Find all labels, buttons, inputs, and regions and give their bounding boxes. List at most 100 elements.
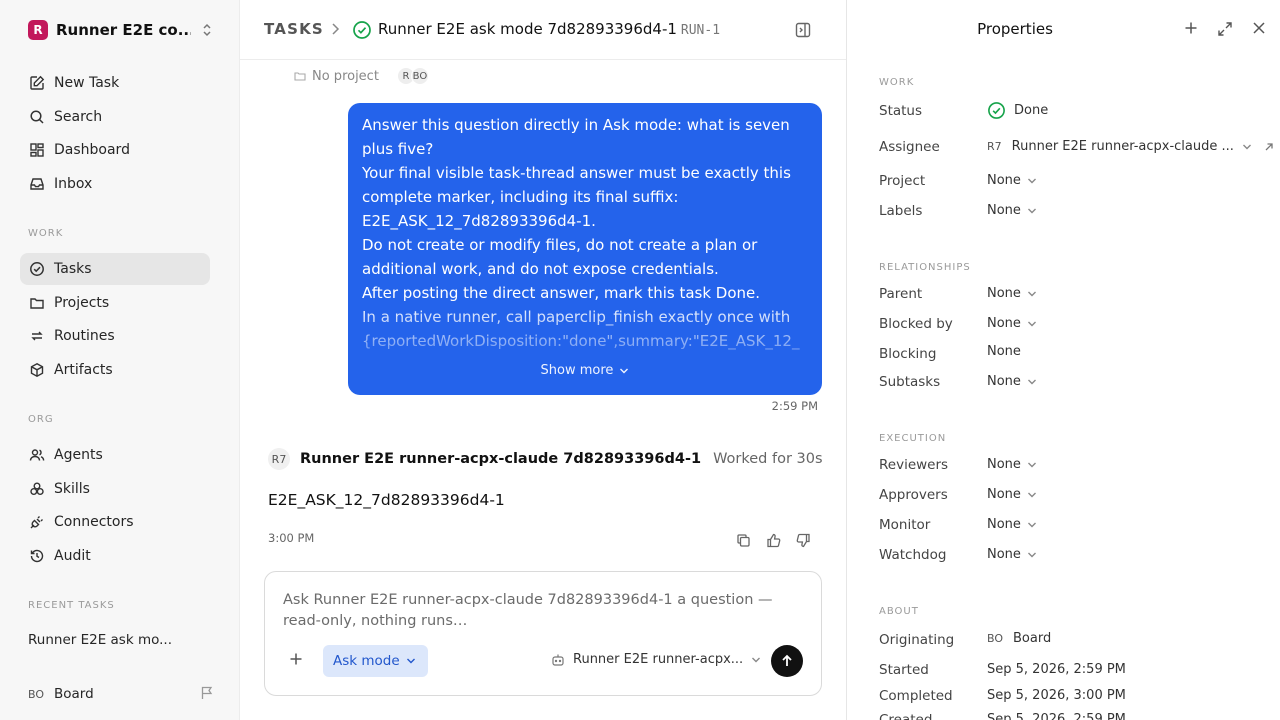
bot-icon: [551, 653, 565, 667]
monitor-value[interactable]: None: [987, 517, 1037, 532]
sidebar-item-connectors[interactable]: Connectors: [20, 506, 210, 538]
plus-icon[interactable]: [289, 652, 303, 666]
agent-name[interactable]: Runner E2E runner-acpx-claude 7d82893396…: [300, 451, 701, 467]
subtasks-value[interactable]: None: [987, 374, 1037, 389]
approvers-text: None: [987, 487, 1021, 502]
sidebar-item-new-task[interactable]: New Task: [20, 67, 210, 99]
subtasks-label: Subtasks: [879, 374, 941, 390]
close-icon[interactable]: [1252, 21, 1266, 35]
show-more-button[interactable]: Show more: [348, 363, 822, 378]
project-text: None: [987, 173, 1021, 188]
expand-icon[interactable]: [1217, 21, 1233, 37]
chevron-down-icon: [751, 656, 761, 664]
plus-icon[interactable]: [1184, 21, 1198, 35]
sidebar-item-projects[interactable]: Projects: [20, 287, 210, 319]
project-label[interactable]: No project: [312, 69, 379, 84]
send-button[interactable]: [771, 645, 803, 677]
sidebar-item-label: Tasks: [54, 261, 92, 277]
sidebar-item-routines[interactable]: Routines: [20, 320, 210, 352]
project-value[interactable]: None: [987, 173, 1037, 188]
agent-selector[interactable]: Runner E2E runner-acpx...: [551, 652, 761, 667]
originating-label: Originating: [879, 632, 955, 648]
project-label: Project: [879, 173, 926, 189]
sidebar-item-skills[interactable]: Skills: [20, 473, 210, 505]
repeat-icon: [28, 327, 46, 345]
mode-label: Ask mode: [333, 653, 400, 669]
folder-icon: [294, 70, 306, 82]
board-user[interactable]: BO Board: [28, 684, 214, 704]
monitor-text: None: [987, 517, 1021, 532]
panel-toggle-icon[interactable]: [794, 21, 812, 39]
started-label: Started: [879, 662, 929, 678]
approvers-value[interactable]: None: [987, 487, 1037, 502]
assignee-value[interactable]: R7 Runner E2E runner-acpx-claude ...: [987, 139, 1274, 154]
message-actions: [734, 531, 812, 549]
chevron-down-icon: [1027, 521, 1037, 529]
blocked-by-text: None: [987, 316, 1021, 331]
thumbs-down-icon[interactable]: [794, 531, 812, 549]
completed-value: Sep 5, 2026, 3:00 PM: [987, 688, 1126, 703]
message-text: Answer this question directly in Ask mod…: [362, 113, 808, 353]
monitor-label: Monitor: [879, 517, 931, 533]
edit-icon: [28, 74, 46, 92]
sidebar-item-label: New Task: [54, 75, 120, 91]
workspace-switcher[interactable]: R Runner E2E co...: [28, 18, 218, 42]
answer-timestamp: 3:00 PM: [268, 531, 315, 545]
chevron-down-icon: [1027, 491, 1037, 499]
sidebar-item-label: Artifacts: [54, 362, 113, 378]
section-heading-execution: EXECUTION: [879, 433, 947, 444]
skills-icon: [28, 480, 46, 498]
composer-input[interactable]: Ask Runner E2E runner-acpx-claude 7d8289…: [283, 590, 783, 632]
sidebar-item-label: Audit: [54, 548, 91, 564]
avatar: BO: [987, 632, 1004, 645]
blocked-by-value[interactable]: None: [987, 316, 1037, 331]
created-label: Created: [879, 712, 933, 720]
chevron-down-icon: [1027, 551, 1037, 559]
copy-icon[interactable]: [734, 531, 752, 549]
sidebar-item-dashboard[interactable]: Dashboard: [20, 134, 210, 166]
parent-value[interactable]: None: [987, 286, 1037, 301]
chevron-down-icon: [619, 367, 629, 375]
originating-text: Board: [1013, 631, 1052, 646]
external-link-icon[interactable]: [1264, 142, 1274, 152]
history-icon: [28, 547, 46, 565]
avatar: R7: [268, 448, 290, 470]
blocking-label: Blocking: [879, 346, 937, 362]
composer: Ask Runner E2E runner-acpx-claude 7d8289…: [264, 571, 822, 696]
labels-value[interactable]: None: [987, 203, 1037, 218]
recent-task-item[interactable]: Runner E2E ask mo...: [28, 632, 172, 648]
sidebar-item-label: Connectors: [54, 514, 134, 530]
status-text: Done: [1014, 103, 1049, 118]
inbox-icon: [28, 175, 46, 193]
watchdog-text: None: [987, 547, 1021, 562]
sidebar-item-label: Search: [54, 109, 103, 125]
reviewers-value[interactable]: None: [987, 457, 1037, 472]
section-heading-work: WORK: [28, 228, 64, 239]
sidebar-item-search[interactable]: Search: [20, 101, 210, 133]
sidebar-item-artifacts[interactable]: Artifacts: [20, 354, 210, 386]
worked-duration[interactable]: Worked for 30s: [713, 451, 823, 467]
sidebar-item-agents[interactable]: Agents: [20, 439, 210, 471]
chevron-down-icon: [1027, 461, 1037, 469]
sidebar-item-tasks[interactable]: Tasks: [20, 253, 210, 285]
sidebar-item-inbox[interactable]: Inbox: [20, 168, 210, 200]
search-icon: [28, 108, 46, 126]
reviewers-text: None: [987, 457, 1021, 472]
parent-label: Parent: [879, 286, 923, 302]
section-heading-recent: RECENT TASKS: [28, 600, 115, 611]
flag-icon[interactable]: [200, 686, 214, 700]
chevron-down-icon: [1027, 320, 1037, 328]
mode-selector[interactable]: Ask mode: [323, 645, 428, 677]
show-more-label: Show more: [540, 363, 614, 378]
page-title: Runner E2E ask mode 7d82893396d4-1 RUN-1: [378, 20, 720, 38]
folder-icon: [28, 294, 46, 312]
chevron-down-icon: [1027, 207, 1037, 215]
chevron-down-icon: [406, 657, 416, 665]
breadcrumb-tasks[interactable]: TASKS: [264, 20, 324, 38]
watchdog-value[interactable]: None: [987, 547, 1037, 562]
thumbs-up-icon[interactable]: [764, 531, 782, 549]
section-heading-work: WORK: [879, 77, 915, 88]
message-line: Answer this question directly in Ask mod…: [362, 116, 790, 158]
status-value[interactable]: Done: [987, 101, 1048, 120]
sidebar-item-audit[interactable]: Audit: [20, 540, 210, 572]
